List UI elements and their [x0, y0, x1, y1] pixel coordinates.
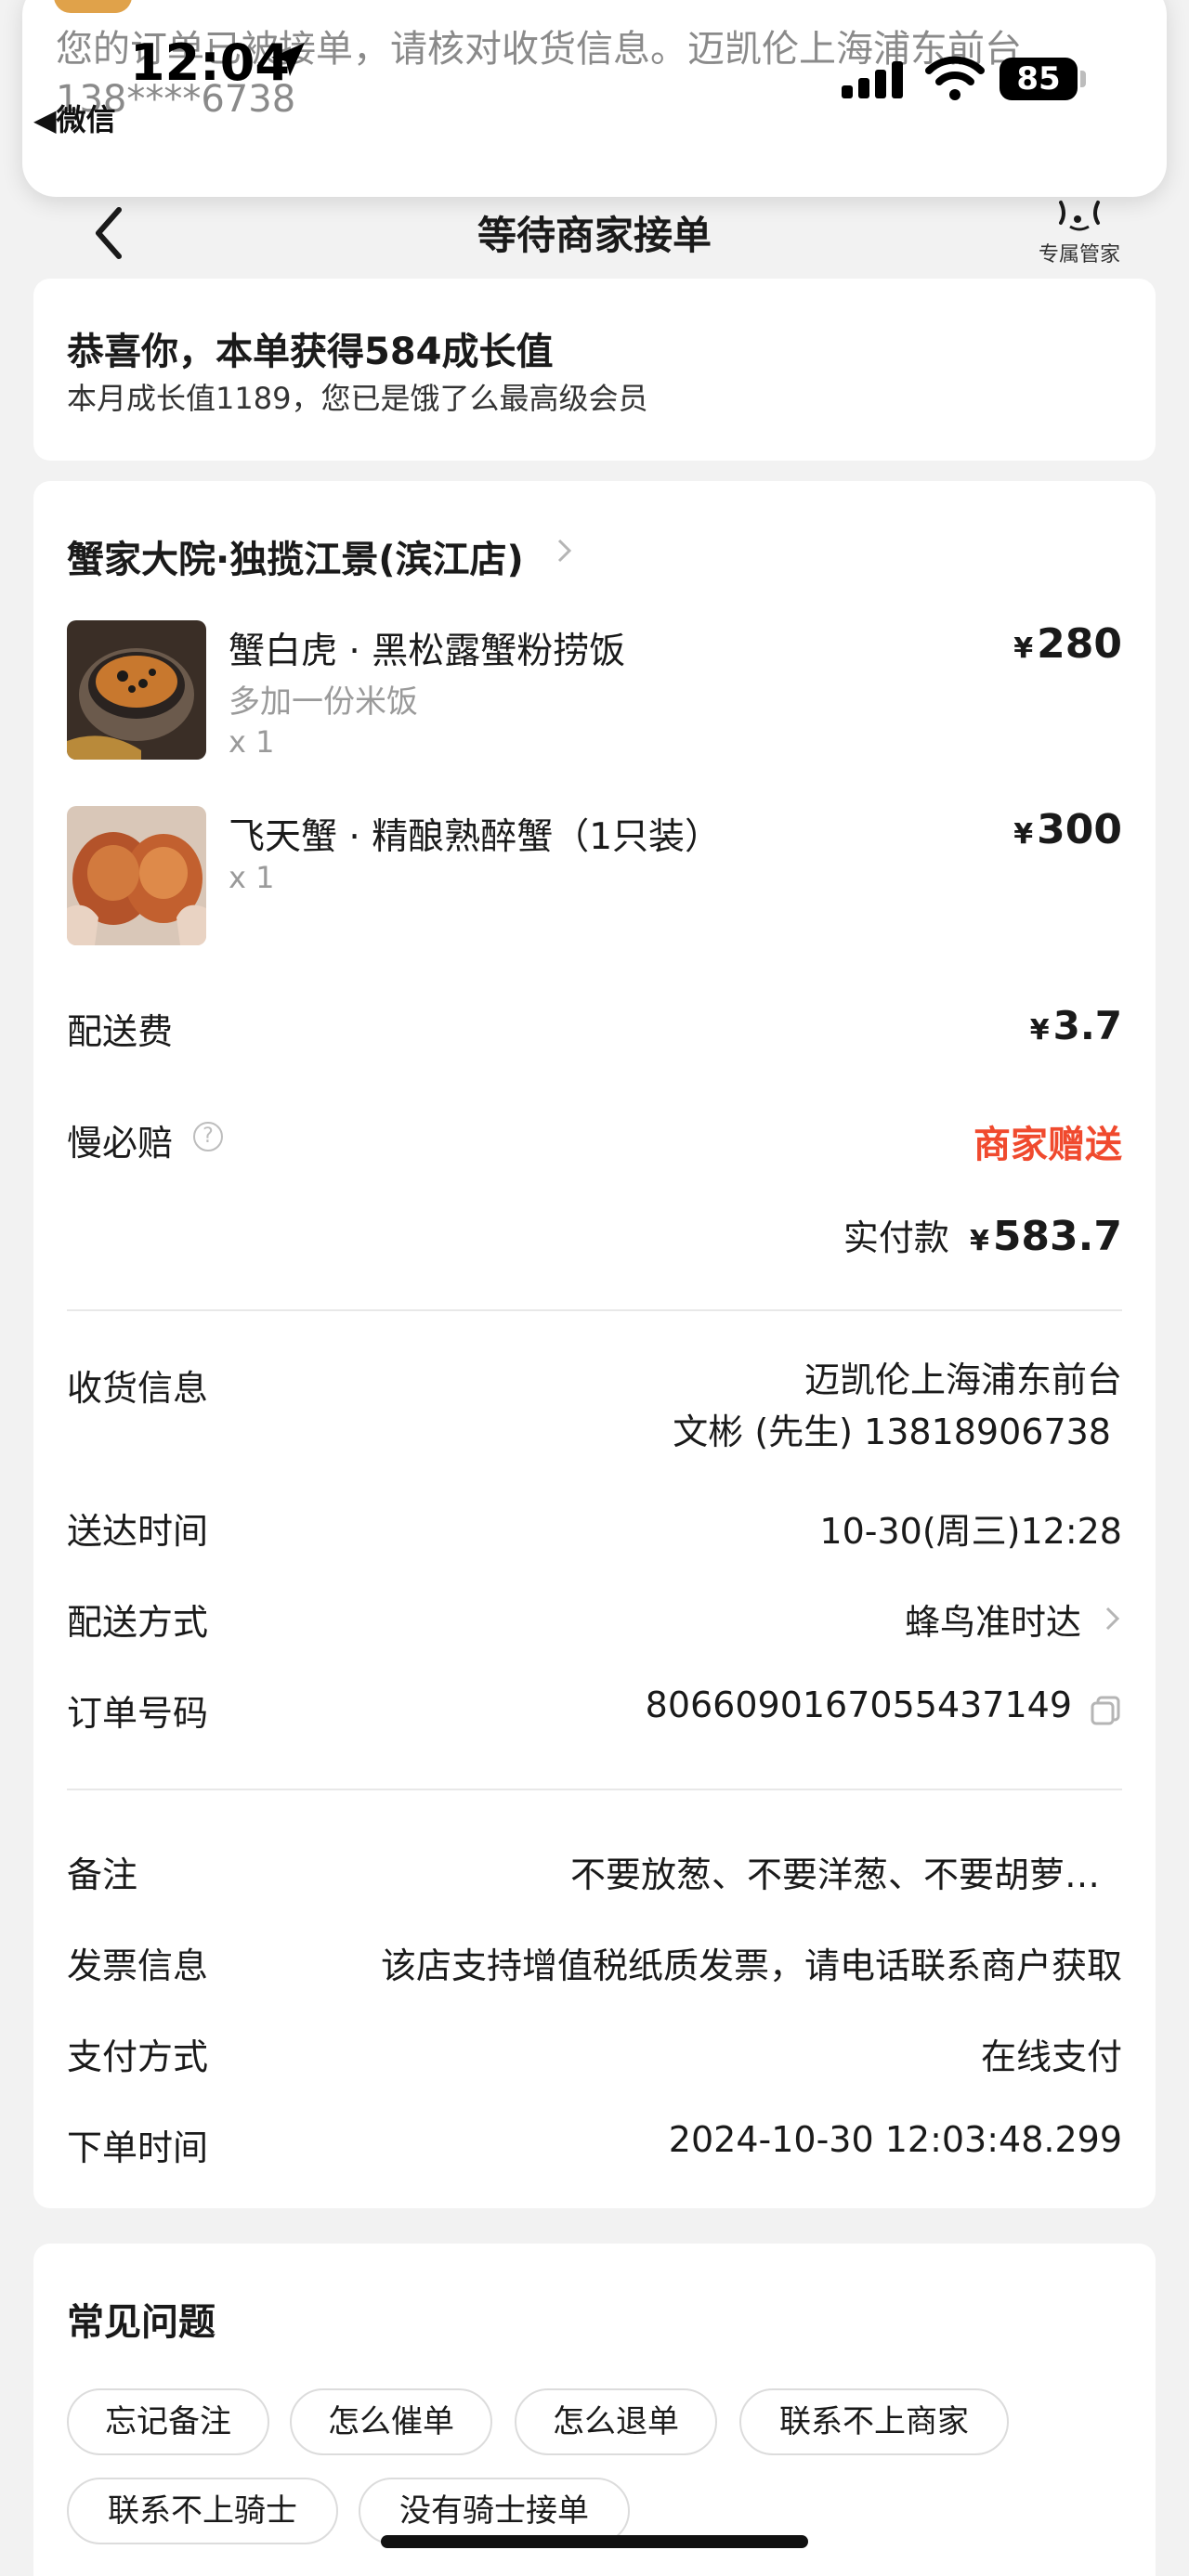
growth-card: 恭喜你，本单获得584成长值 本月成长值1189，您已是饿了么最高级会员 [33, 279, 1156, 461]
page-title: 等待商家接单 [477, 213, 712, 258]
divider [67, 1789, 1122, 1790]
slow-compensation-row: 慢必赔 ? 商家赠送 [67, 1114, 1122, 1170]
dish-quantity: x 1 [229, 724, 275, 760]
dish-name: 飞天蟹 · 精酿熟醉蟹（1只装） [229, 816, 722, 858]
payment-row: 支付方式 在线支付 [67, 2028, 1122, 2084]
currency-symbol: ¥ [1013, 632, 1034, 665]
faq-chip[interactable]: 联系不上骑士 [67, 2478, 338, 2544]
growth-subtitle: 本月成长值1189，您已是饿了么最高级会员 [67, 381, 648, 416]
order-card: 蟹家大院·独揽江景(滨江店) 蟹白虎 · 黑松露蟹粉捞饭 多加一份米饭 x 1 … [33, 481, 1156, 2208]
payment-value: 在线支付 [980, 2036, 1122, 2077]
total-label: 实付款 [843, 1217, 949, 1258]
dish-quantity: x 1 [229, 860, 275, 895]
chevron-right-icon [557, 539, 572, 563]
order-number-value: 8066090167055437149 [645, 1685, 1072, 1725]
delivery-method-row[interactable]: 配送方式 蜂鸟准时达 [67, 1594, 1122, 1649]
dish-price-value: 300 [1037, 806, 1122, 853]
delivery-fee-row: 配送费 ¥3.7 [67, 1003, 1122, 1059]
delivery-time-row: 送达时间 10-30(周三)12:28 [67, 1503, 1122, 1558]
delivery-method-value: 蜂鸟准时达 [904, 1602, 1081, 1643]
invoice-row: 发票信息 该店支持增值税纸质发票，请电话联系商户获取 [67, 1937, 1122, 1993]
back-to-wechat-link[interactable]: ◀微信 [33, 97, 116, 139]
currency-symbol: ¥ [1013, 818, 1034, 851]
remark-value: 不要放葱、不要洋葱、不要胡萝… [569, 1854, 1100, 1895]
home-indicator[interactable] [381, 2535, 808, 2548]
order-number-row: 订单号码 8066090167055437149 [67, 1685, 1122, 1740]
faq-title: 常见问题 [67, 2301, 216, 2344]
order-time-label: 下单时间 [67, 2127, 209, 2168]
copy-icon[interactable] [1089, 1694, 1122, 1727]
dish-spec: 多加一份米饭 [229, 683, 418, 721]
dish-price: ¥280 [1013, 620, 1122, 668]
dish-name: 蟹白虎 · 黑松露蟹粉捞饭 [229, 631, 626, 672]
total-amount: 583.7 [992, 1213, 1122, 1260]
faq-chip[interactable]: 忘记备注 [67, 2388, 269, 2455]
slow-compensation-label: 慢必赔 [67, 1123, 174, 1164]
remark-label: 备注 [67, 1854, 138, 1895]
payment-label: 支付方式 [67, 2036, 209, 2077]
butler-icon [1059, 201, 1100, 231]
delivery-time-label: 送达时间 [67, 1511, 209, 1552]
shop-name-link[interactable]: 蟹家大院·独揽江景(滨江店) [67, 529, 524, 583]
chevron-right-icon [1105, 1607, 1120, 1631]
order-time-row: 下单时间 2024-10-30 12:03:48.299 [67, 2119, 1122, 2175]
faq-chip[interactable]: 怎么催单 [290, 2388, 492, 2455]
delivery-fee-label: 配送费 [67, 1011, 174, 1052]
butler-label: 专属管家 [1038, 243, 1120, 267]
receiver-address: 迈凯伦上海浦东前台 [804, 1360, 1122, 1400]
nav-bar: 等待商家接单 专属管家 [0, 186, 1189, 282]
cellular-signal-icon [842, 61, 903, 98]
order-time-value: 2024-10-30 12:03:48.299 [668, 2119, 1122, 2160]
order-number-label: 订单号码 [67, 1693, 209, 1734]
total-row: 实付款 ¥583.7 [67, 1209, 1122, 1265]
slow-compensation-value: 商家赠送 [973, 1124, 1122, 1166]
dish-price: ¥300 [1013, 806, 1122, 853]
receiver-contact: 文彬 (先生) 13818906738 [673, 1412, 1111, 1452]
total-paid: 实付款 ¥583.7 [843, 1209, 1122, 1260]
delivery-time-value: 10-30(周三)12:28 [819, 1511, 1122, 1552]
location-arrow-icon [271, 43, 305, 76]
order-item[interactable]: 飞天蟹 · 精酿熟醉蟹（1只装） x 1 ¥300 [67, 806, 1122, 945]
delivery-fee-amount: 3.7 [1052, 1003, 1122, 1048]
order-detail-page: 您的订单已被接单，请核对收货信息。迈凯伦上海浦东前台 138****6738 1… [0, 0, 1189, 2576]
status-bar: 12:04 ◀微信 85 [0, 0, 1189, 137]
order-item[interactable]: 蟹白虎 · 黑松露蟹粉捞饭 多加一份米饭 x 1 ¥280 [67, 620, 1122, 760]
faq-chip[interactable]: 联系不上商家 [739, 2388, 1009, 2455]
delivery-fee-value: ¥3.7 [1030, 1003, 1122, 1048]
remark-row: 备注 不要放葱、不要洋葱、不要胡萝… [67, 1846, 1122, 1902]
receiver-label: 收货信息 [67, 1368, 209, 1409]
question-circle-icon[interactable]: ? [193, 1122, 223, 1151]
receiver-info-row: 收货信息 迈凯伦上海浦东前台 文彬 (先生) 13818906738 [67, 1360, 1122, 1462]
wifi-icon [925, 56, 985, 100]
currency-symbol: ¥ [1029, 1014, 1050, 1047]
status-time: 12:04 [130, 33, 290, 92]
battery-tip [1080, 71, 1086, 87]
invoice-value: 该店支持增值税纸质发票，请电话联系商户获取 [380, 1945, 1122, 1986]
battery-level: 85 [1000, 58, 1078, 100]
butler-button[interactable]: 专属管家 [1031, 195, 1128, 267]
growth-title: 恭喜你，本单获得584成长值 [67, 331, 554, 373]
dish-price-value: 280 [1037, 620, 1122, 668]
delivery-method-label: 配送方式 [67, 1602, 209, 1643]
currency-symbol: ¥ [969, 1225, 989, 1257]
faq-card: 常见问题 忘记备注 怎么催单 怎么退单 联系不上商家 联系不上骑士 没有骑士接单 [33, 2244, 1156, 2576]
receiver-value: 迈凯伦上海浦东前台 文彬 (先生) 13818906738 [673, 1354, 1122, 1458]
dish-image [67, 806, 206, 945]
invoice-label: 发票信息 [67, 1945, 209, 1986]
divider [67, 1309, 1122, 1311]
faq-chip[interactable]: 怎么退单 [515, 2388, 717, 2455]
dish-image [67, 620, 206, 760]
